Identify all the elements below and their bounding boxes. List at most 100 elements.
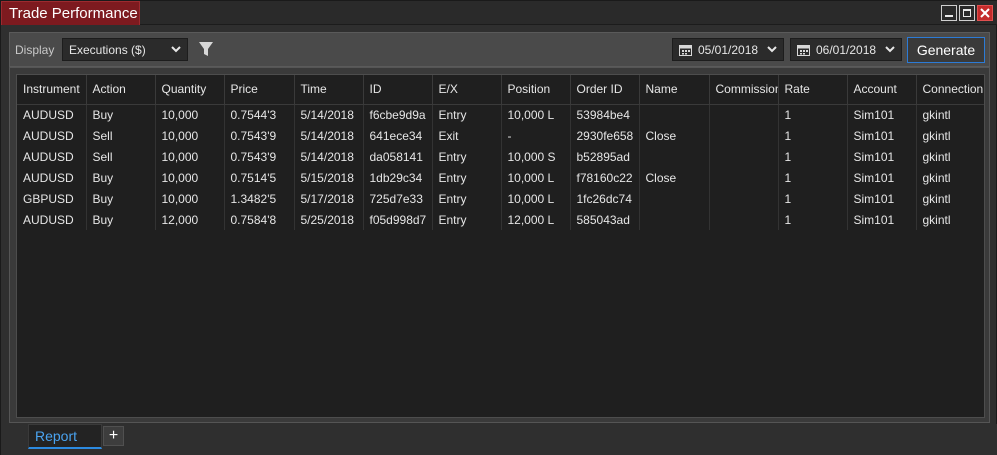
cell-rate: 1 — [778, 104, 848, 125]
cell-action: Sell — [86, 125, 156, 146]
cell-rate: 1 — [778, 188, 848, 209]
cell-entry-exit: Entry — [432, 209, 502, 230]
cell-quantity: 12,000 — [155, 209, 225, 230]
cell-action: Buy — [86, 167, 156, 188]
cell-name — [639, 146, 710, 167]
column-header-id[interactable]: ID — [363, 75, 433, 105]
column-header-connection[interactable]: Connection — [916, 75, 984, 105]
table-row[interactable]: AUDUSD Buy 10,000 0.7514'5 5/15/2018 1db29c34… — [17, 167, 984, 188]
filter-button[interactable] — [198, 40, 214, 58]
table-row[interactable]: GBPUSD Buy 10,000 1.3482'5 5/17/2018 725d7e33… — [17, 188, 984, 209]
cell-id: da058141 — [363, 146, 433, 167]
cell-instrument: GBPUSD — [17, 188, 87, 209]
cell-connection: gkintl — [916, 167, 984, 188]
display-select[interactable]: Executions ($) — [62, 38, 188, 61]
chevron-down-icon — [767, 46, 777, 53]
cell-price: 1.3482'5 — [224, 188, 295, 209]
column-header-commission[interactable]: Commission — [709, 75, 779, 105]
report-tabs: Report + — [1, 424, 997, 455]
cell-position: 10,000 L — [501, 104, 571, 125]
cell-quantity: 10,000 — [155, 188, 225, 209]
cell-id: 725d7e33 — [363, 188, 433, 209]
cell-order-id: 2930fe658 — [570, 125, 640, 146]
chevron-down-icon — [171, 46, 181, 53]
cell-connection: gkintl — [916, 146, 984, 167]
maximize-button[interactable] — [959, 5, 975, 21]
cell-time: 5/14/2018 — [294, 125, 364, 146]
cell-price: 0.7514'5 — [224, 167, 295, 188]
cell-entry-exit: Entry — [432, 146, 502, 167]
cell-instrument: AUDUSD — [17, 167, 87, 188]
column-header-account[interactable]: Account — [847, 75, 917, 105]
cell-action: Sell — [86, 146, 156, 167]
cell-time: 5/17/2018 — [294, 188, 364, 209]
cell-quantity: 10,000 — [155, 104, 225, 125]
add-tab-button[interactable]: + — [103, 426, 124, 446]
cell-account: Sim101 — [847, 167, 917, 188]
cell-action: Buy — [86, 209, 156, 230]
column-header-time[interactable]: Time — [294, 75, 364, 105]
column-header-price[interactable]: Price — [224, 75, 295, 105]
cell-order-id: 1fc26dc74 — [570, 188, 640, 209]
cell-instrument: AUDUSD — [17, 104, 87, 125]
cell-price: 0.7543'9 — [224, 146, 295, 167]
column-header-instrument[interactable]: Instrument — [17, 75, 87, 105]
cell-quantity: 10,000 — [155, 146, 225, 167]
close-button[interactable] — [977, 5, 993, 21]
cell-entry-exit: Entry — [432, 167, 502, 188]
header-row: Instrument Action Quantity Price Time ID… — [17, 75, 984, 105]
calendar-icon — [679, 45, 692, 56]
cell-price: 0.7544'3 — [224, 104, 295, 125]
report-panel: Instrument Action Quantity Price Time ID… — [9, 67, 990, 423]
window-title: Trade Performance — [9, 5, 138, 22]
cell-price: 0.7584'8 — [224, 209, 295, 230]
cell-name — [639, 104, 710, 125]
cell-rate: 1 — [778, 125, 848, 146]
cell-account: Sim101 — [847, 188, 917, 209]
column-header-action[interactable]: Action — [86, 75, 156, 105]
column-header-order-id[interactable]: Order ID — [570, 75, 640, 105]
cell-rate: 1 — [778, 209, 848, 230]
cell-connection: gkintl — [916, 188, 984, 209]
column-header-rate[interactable]: Rate — [778, 75, 848, 105]
calendar-icon — [797, 45, 810, 56]
table-row[interactable]: AUDUSD Sell 10,000 0.7543'9 5/14/2018 641ece3… — [17, 125, 984, 146]
minimize-button[interactable] — [941, 5, 957, 21]
cell-position: 12,000 L — [501, 209, 571, 230]
table-row[interactable]: AUDUSD Buy 12,000 0.7584'8 5/25/2018 f05d998d… — [17, 209, 984, 230]
cell-connection: gkintl — [916, 125, 984, 146]
display-select-value: Executions ($) — [69, 43, 146, 57]
cell-commission — [709, 104, 779, 125]
date-from-picker[interactable]: 05/01/2018 — [672, 38, 784, 61]
cell-position: - — [501, 125, 571, 146]
cell-time: 5/14/2018 — [294, 146, 364, 167]
toolbar: Display Executions ($) 05/01/2018 06/01/… — [9, 32, 990, 67]
grid-body: AUDUSD Buy 10,000 0.7544'3 5/14/2018 f6cbe9d9… — [17, 104, 984, 230]
cell-order-id: f78160c22 — [570, 167, 640, 188]
cell-order-id: 53984be4 — [570, 104, 640, 125]
tab-report[interactable]: Report — [28, 424, 102, 449]
cell-name: Close — [639, 125, 710, 146]
chevron-down-icon — [885, 46, 895, 53]
cell-entry-exit: Entry — [432, 104, 502, 125]
cell-commission — [709, 188, 779, 209]
date-to-value: 06/01/2018 — [816, 43, 877, 57]
cell-instrument: AUDUSD — [17, 125, 87, 146]
cell-name — [639, 188, 710, 209]
date-to-picker[interactable]: 06/01/2018 — [790, 38, 902, 61]
column-header-position[interactable]: Position — [501, 75, 571, 105]
generate-button[interactable]: Generate — [907, 37, 985, 63]
cell-quantity: 10,000 — [155, 125, 225, 146]
cell-commission — [709, 209, 779, 230]
table-row[interactable]: AUDUSD Sell 10,000 0.7543'9 5/14/2018 da05814… — [17, 146, 984, 167]
title-bar[interactable]: Trade Performance — [1, 1, 997, 25]
cell-connection: gkintl — [916, 104, 984, 125]
column-header-entry-exit[interactable]: E/X — [432, 75, 502, 105]
cell-position: 10,000 L — [501, 188, 571, 209]
table-row[interactable]: AUDUSD Buy 10,000 0.7544'3 5/14/2018 f6cbe9d9… — [17, 104, 984, 125]
display-label: Display — [15, 43, 55, 57]
column-header-name[interactable]: Name — [639, 75, 710, 105]
filter-icon — [199, 42, 213, 56]
column-header-quantity[interactable]: Quantity — [155, 75, 225, 105]
cell-commission — [709, 146, 779, 167]
